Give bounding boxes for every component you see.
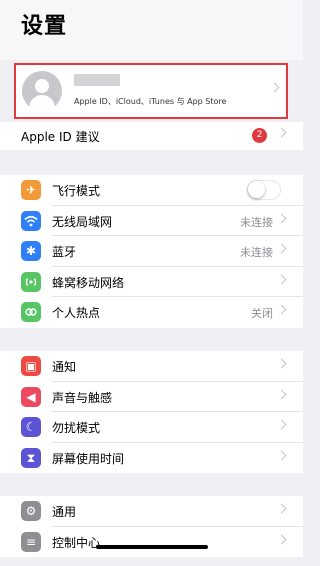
airplane-mode-toggle[interactable] (247, 180, 281, 200)
hotspot-icon (21, 302, 41, 322)
chevron-right-icon (276, 304, 287, 315)
settings-row[interactable]: 个人热点 关闭 (0, 297, 303, 328)
settings-row-value: 未连接 (240, 215, 273, 229)
cellular-icon (21, 271, 41, 292)
chevron-right-icon (276, 358, 287, 369)
chevron-right-icon (269, 82, 280, 93)
settings-row[interactable]: ⚙ 通用 (0, 496, 303, 527)
apple-id-suggestion-label: Apple ID 建议 (21, 130, 100, 144)
wifi-icon (21, 210, 41, 231)
settings-row-label: 飞行模式 (52, 184, 101, 198)
title-area: 设置 (0, 0, 303, 60)
chevron-right-icon (276, 389, 287, 399)
settings-row[interactable]: ☾ 勿扰模式 (0, 412, 303, 443)
control-center-icon: ≡ (21, 531, 41, 552)
toggle-knob (248, 181, 265, 198)
settings-row-label: 通用 (52, 505, 77, 519)
apple-id-profile-row[interactable]: Apple ID、iCloud、iTunes 与 App Store (14, 63, 288, 119)
account-name-redacted (74, 74, 120, 86)
hourglass-icon: ⧗ (21, 447, 41, 468)
settings-row-label: 声音与触感 (52, 390, 113, 405)
chevron-right-icon (276, 503, 287, 514)
sounds-icon: ◀ (21, 386, 41, 407)
settings-row[interactable]: ✱ 蓝牙 未连接 (0, 236, 303, 267)
settings-row[interactable]: 蜂窝移动网络 (0, 267, 303, 297)
chevron-right-icon (276, 534, 287, 544)
chevron-right-icon (276, 127, 287, 138)
settings-row[interactable]: ⧗ 屏幕使用时间 (0, 443, 303, 474)
settings-row-label: 个人热点 (52, 306, 101, 320)
settings-row[interactable]: ✈ 飞行模式 (0, 175, 303, 206)
settings-row-label: 控制中心 (52, 535, 101, 550)
settings-row-label: 无线局域网 (52, 214, 113, 229)
page-title: 设置 (21, 14, 68, 39)
settings-row-label: 勿扰模式 (52, 421, 101, 435)
notification-badge: 2 (252, 128, 267, 143)
chevron-right-icon (276, 450, 287, 460)
settings-row[interactable]: ≡ 控制中心 (0, 527, 303, 558)
settings-row-label: 屏幕使用时间 (52, 451, 125, 466)
settings-row-label: 通知 (52, 360, 77, 374)
settings-row[interactable]: 无线局域网 未连接 (0, 206, 303, 236)
notifications-group: ▣ 通知 ◀ 声音与触感 ☾ 勿扰模式 ⧗ 屏幕使用时间 (0, 351, 303, 473)
chevron-right-icon (276, 419, 287, 430)
gear-icon: ⚙ (21, 501, 41, 521)
home-indicator[interactable] (96, 545, 208, 549)
chevron-right-icon (276, 274, 287, 284)
settings-row-label: 蜂窝移动网络 (52, 275, 125, 290)
settings-row-value: 关闭 (251, 307, 273, 320)
avatar (22, 71, 62, 111)
connectivity-group: ✈ 飞行模式 无线局域网 未连接 ✱ 蓝牙 未连接 蜂窝移动网络 个人热点 关闭 (0, 175, 303, 328)
settings-row-label: 蓝牙 (52, 245, 77, 259)
settings-row[interactable]: ◀ 声音与触感 (0, 382, 303, 412)
apple-id-suggestion-row[interactable]: Apple ID 建议 2 (0, 122, 303, 150)
settings-row[interactable]: ▣ 通知 (0, 351, 303, 382)
airplane-icon: ✈ (21, 180, 41, 200)
settings-row-value: 未连接 (240, 246, 273, 259)
profile-subtitle: Apple ID、iCloud、iTunes 与 App Store (74, 97, 227, 106)
bluetooth-icon: ✱ (21, 241, 41, 261)
moon-icon: ☾ (21, 417, 41, 437)
chevron-right-icon (276, 243, 287, 254)
chevron-right-icon (276, 213, 287, 223)
notifications-icon: ▣ (21, 356, 41, 376)
